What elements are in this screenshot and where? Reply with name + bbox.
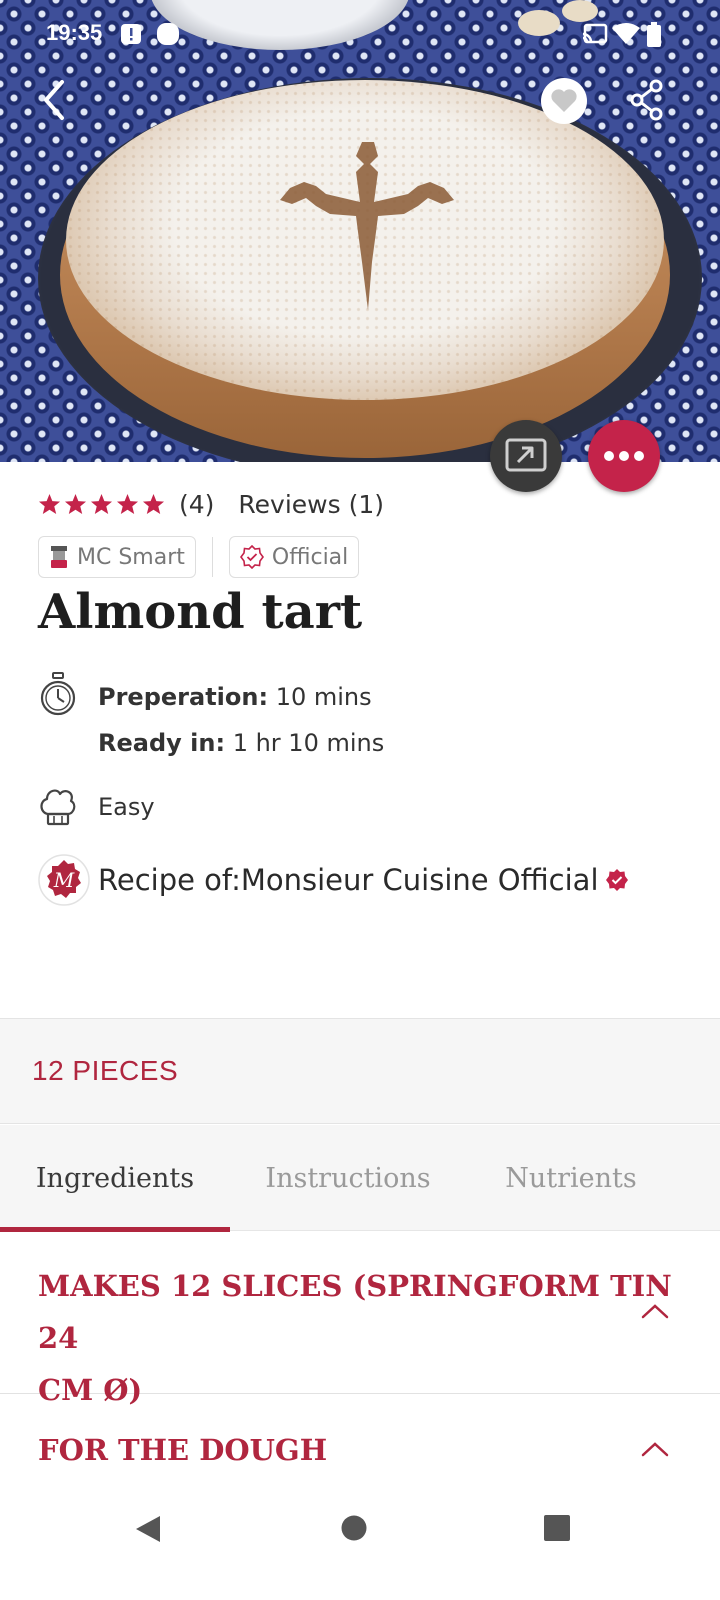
device-chip-label: MC Smart	[77, 544, 185, 570]
alert-notification-icon	[121, 24, 141, 44]
author-text: Recipe of:Monsieur Cuisine Official	[98, 863, 599, 897]
recipe-title: Almond tart	[38, 584, 363, 640]
official-chip-label: Official	[271, 544, 349, 570]
stopwatch-icon	[40, 672, 76, 716]
verified-badge-icon	[605, 869, 628, 891]
recipe-tags: MC Smart Official	[38, 536, 360, 578]
battery-icon	[647, 22, 661, 47]
heart-icon	[551, 89, 577, 112]
cast-to-device-button[interactable]	[490, 420, 562, 492]
more-options-button[interactable]	[588, 420, 660, 492]
star-icon	[142, 493, 165, 515]
recipe-hero-image: 19:35	[0, 0, 720, 462]
servings-label: 12 PIECES	[32, 1055, 179, 1086]
ingredient-section-yield[interactable]: MAKES 12 SLICES (SPRINGFORM TIN 24 CM Ø)	[0, 1232, 720, 1407]
preparation-time: Preperation: 10 mins	[98, 672, 384, 722]
nav-back-icon[interactable]	[134, 1514, 162, 1544]
tab-ingredients-label: Ingredients	[35, 1162, 195, 1194]
chevron-up-icon[interactable]	[640, 1302, 670, 1320]
chip-divider	[211, 537, 213, 577]
tab-instructions-label: Instructions	[265, 1162, 431, 1194]
share-icon[interactable]	[628, 78, 666, 122]
svg-text:M: M	[53, 868, 75, 892]
app-notification-icon	[157, 23, 179, 45]
cast-icon	[505, 438, 547, 472]
tab-nutrients-label: Nutrients	[505, 1162, 637, 1194]
device-chip: MC Smart	[38, 536, 196, 578]
wifi-icon	[612, 23, 640, 44]
rating-row[interactable]: (4) Reviews (1)	[38, 486, 384, 522]
star-rating	[38, 493, 165, 515]
star-icon	[90, 493, 113, 515]
santiago-cross-decoration	[280, 142, 454, 310]
preparation-value: 10 mins	[275, 683, 372, 711]
section-title: FOR THE DOUGH	[38, 1433, 328, 1467]
more-dots-icon	[604, 451, 644, 461]
back-arrow-icon[interactable]	[38, 78, 72, 122]
tab-nutrients[interactable]: Nutrients	[466, 1125, 676, 1231]
ready-label: Ready in:	[98, 729, 226, 757]
section-title-line: MAKES 12 SLICES (SPRINGFORM TIN 24	[38, 1269, 672, 1355]
preparation-label: Preperation:	[98, 683, 269, 711]
star-icon	[38, 493, 61, 515]
rating-count: (4)	[179, 489, 215, 519]
servings-band[interactable]: 12 PIECES	[0, 1018, 720, 1124]
chevron-up-icon[interactable]	[640, 1440, 670, 1458]
verified-badge-icon	[239, 545, 264, 569]
recipe-author[interactable]: M Recipe of:Monsieur Cuisine Official	[38, 854, 629, 906]
star-icon	[64, 493, 87, 515]
nav-recents-icon[interactable]	[543, 1514, 571, 1542]
nav-home-icon[interactable]	[340, 1514, 368, 1542]
ingredient-section-dough[interactable]: FOR THE DOUGH	[0, 1394, 720, 1504]
recipe-tabs: Ingredients Instructions Nutrients	[0, 1125, 720, 1232]
reviews-link[interactable]: Reviews (1)	[238, 490, 384, 519]
section-title: MAKES 12 SLICES (SPRINGFORM TIN 24 CM Ø)	[38, 1260, 720, 1416]
chef-hat-icon	[40, 789, 76, 826]
tab-ingredients[interactable]: Ingredients	[0, 1125, 230, 1231]
tab-instructions[interactable]: Instructions	[230, 1125, 466, 1231]
ready-time: Ready in: 1 hr 10 mins	[98, 722, 384, 764]
difficulty-value: Easy	[98, 793, 155, 821]
cast-status-icon	[582, 23, 608, 44]
star-icon	[116, 493, 139, 515]
favorite-button[interactable]	[541, 78, 587, 124]
status-time: 19:35	[46, 20, 103, 45]
time-info: Preperation: 10 mins Ready in: 1 hr 10 m…	[38, 672, 384, 764]
food-processor-icon	[51, 546, 67, 568]
ready-value: 1 hr 10 mins	[232, 729, 385, 757]
author-avatar: M	[38, 854, 90, 906]
difficulty-info: Easy	[38, 786, 155, 828]
status-bar: 19:35	[0, 0, 720, 70]
official-chip: Official	[228, 536, 360, 578]
system-navigation-bar	[0, 1500, 720, 1600]
